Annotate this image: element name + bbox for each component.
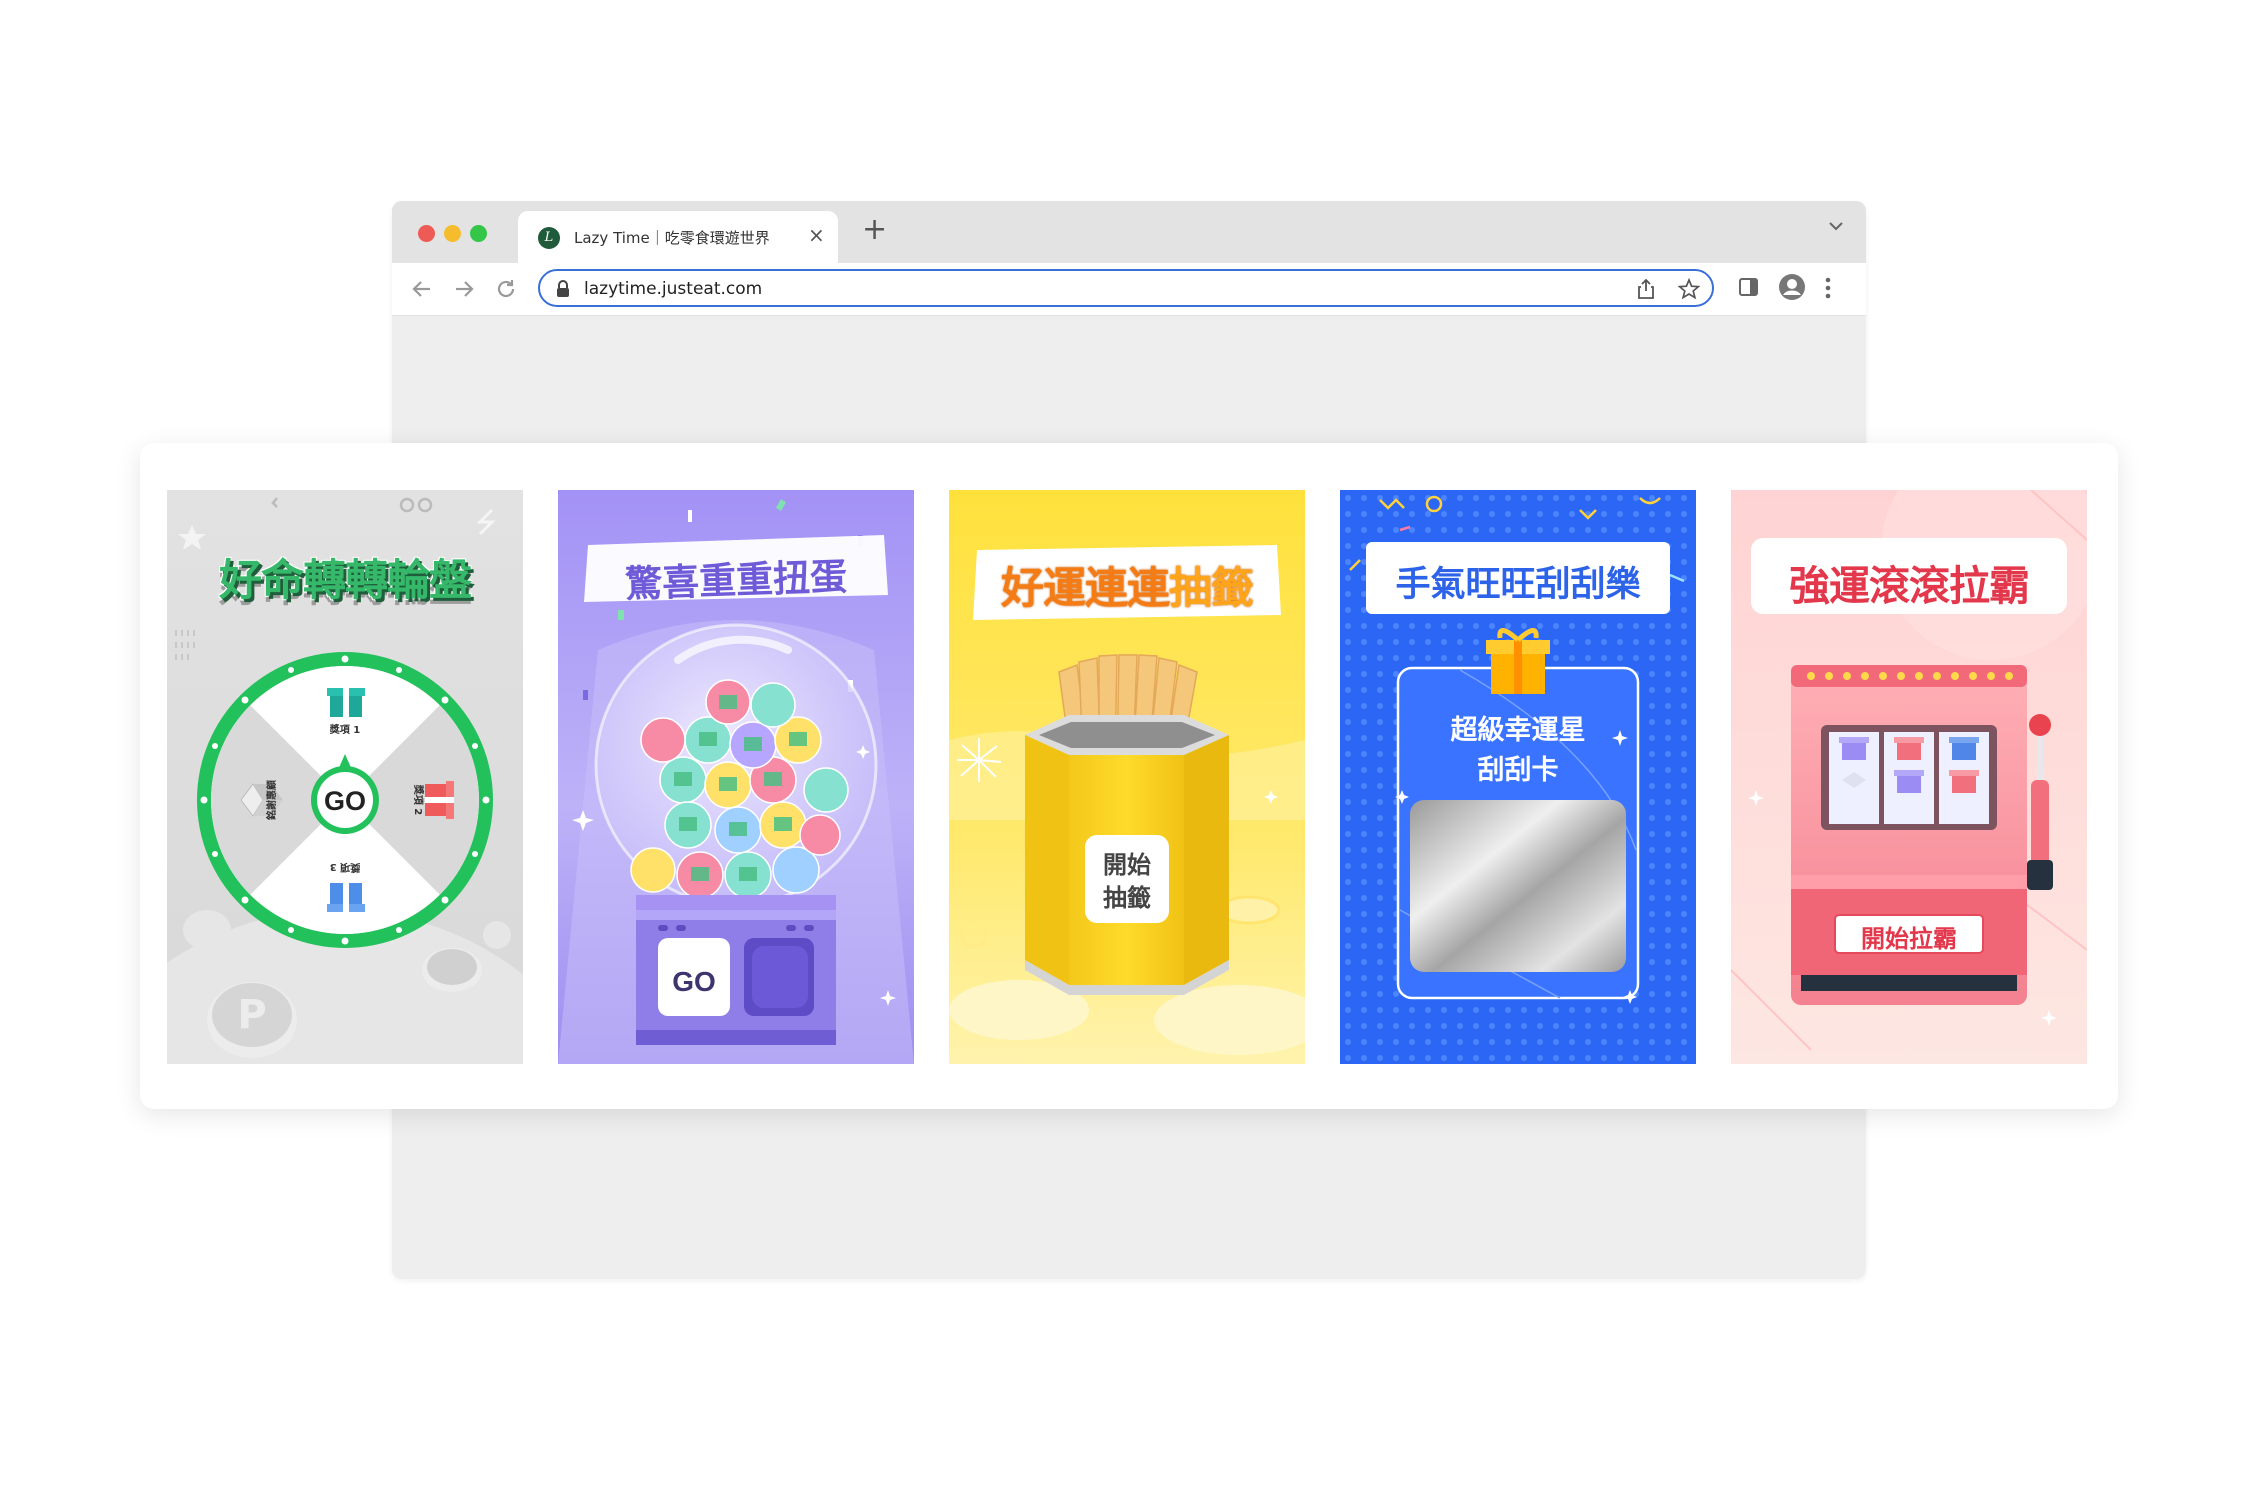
- card-slot-machine[interactable]: 強運滾滾拉霸 開始拉霸: [1731, 490, 2087, 1064]
- side-panel-icon[interactable]: [1738, 276, 1760, 298]
- card-title: 好命轉轉輪盤: [219, 556, 472, 606]
- scratch-line2: 刮刮卡: [1477, 755, 1559, 786]
- minimize-window-button[interactable]: [444, 225, 461, 242]
- tab-close-icon[interactable]: ×: [808, 223, 825, 247]
- card-lucky-wheel[interactable]: P 獎項 1 獎項 2 獎項 3 銘謝惠顧 GO 好命轉轉輪盤: [167, 490, 523, 1064]
- gacha-go-label: GO: [672, 966, 716, 997]
- url-text: lazytime.justeat.com: [584, 279, 763, 299]
- address-bar[interactable]: lazytime.justeat.com: [538, 269, 1714, 307]
- toolbar: lazytime.justeat.com: [392, 263, 1866, 316]
- maximize-window-button[interactable]: [470, 225, 487, 242]
- new-tab-button[interactable]: +: [862, 215, 887, 245]
- gift-box-icon: [1486, 628, 1550, 694]
- start-slot-label: 開始拉霸: [1861, 925, 1957, 953]
- more-menu-icon[interactable]: [1824, 276, 1832, 300]
- segment-label-4: 銘謝惠顧: [265, 780, 278, 820]
- favicon-icon: L: [538, 227, 560, 249]
- game-cards-panel: P 獎項 1 獎項 2 獎項 3 銘謝惠顧 GO 好命轉轉輪盤 GO 驚喜重重扭…: [140, 443, 2118, 1109]
- gift-icon: [327, 688, 365, 717]
- browser-tab[interactable]: L Lazy Time｜吃零食環遊世界 ×: [518, 211, 838, 263]
- segment-label-2: 獎項 2: [412, 784, 425, 815]
- card-scratch[interactable]: 手氣旺旺刮刮樂 超級幸運星 刮刮卡: [1340, 490, 1696, 1064]
- scratch-area[interactable]: [1410, 800, 1626, 972]
- title-bar: L Lazy Time｜吃零食環遊世界 × +: [392, 201, 1866, 263]
- card-gacha[interactable]: GO 驚喜重重扭蛋: [558, 490, 914, 1064]
- card-fortune-sticks[interactable]: 開始 抽籤 好運連連抽籤: [949, 490, 1305, 1064]
- tab-title: Lazy Time｜吃零食環遊世界: [574, 229, 770, 247]
- card-title-a: 好運連連: [1001, 564, 1170, 614]
- scratch-line1: 超級幸運星: [1450, 715, 1586, 746]
- card-title: 強運滾滾拉霸: [1789, 562, 2030, 610]
- card-title: 好運連連抽籤: [949, 554, 1305, 616]
- card-title-b: 抽籤: [1169, 564, 1254, 614]
- card-title: 手氣旺旺刮刮樂: [1395, 565, 1641, 605]
- back-arrow-icon[interactable]: [410, 277, 434, 301]
- draw-lot-line1: 開始: [1103, 851, 1151, 879]
- draw-lot-line2: 抽籤: [1103, 884, 1151, 912]
- bookmark-star-icon[interactable]: [1678, 278, 1700, 300]
- segment-label-3: 獎項 3: [330, 861, 361, 874]
- svg-text:P: P: [237, 992, 266, 1038]
- forward-arrow-icon[interactable]: [452, 277, 476, 301]
- reload-icon[interactable]: [494, 277, 518, 301]
- share-icon[interactable]: [1636, 278, 1656, 300]
- profile-avatar-icon[interactable]: [1778, 273, 1806, 301]
- tab-search-chevron-icon[interactable]: [1828, 221, 1844, 231]
- segment-label-1: 獎項 1: [329, 723, 360, 736]
- slot-lever-knob[interactable]: [2029, 714, 2051, 736]
- go-label: GO: [324, 786, 366, 816]
- lock-icon: [557, 280, 569, 297]
- close-window-button[interactable]: [418, 225, 435, 242]
